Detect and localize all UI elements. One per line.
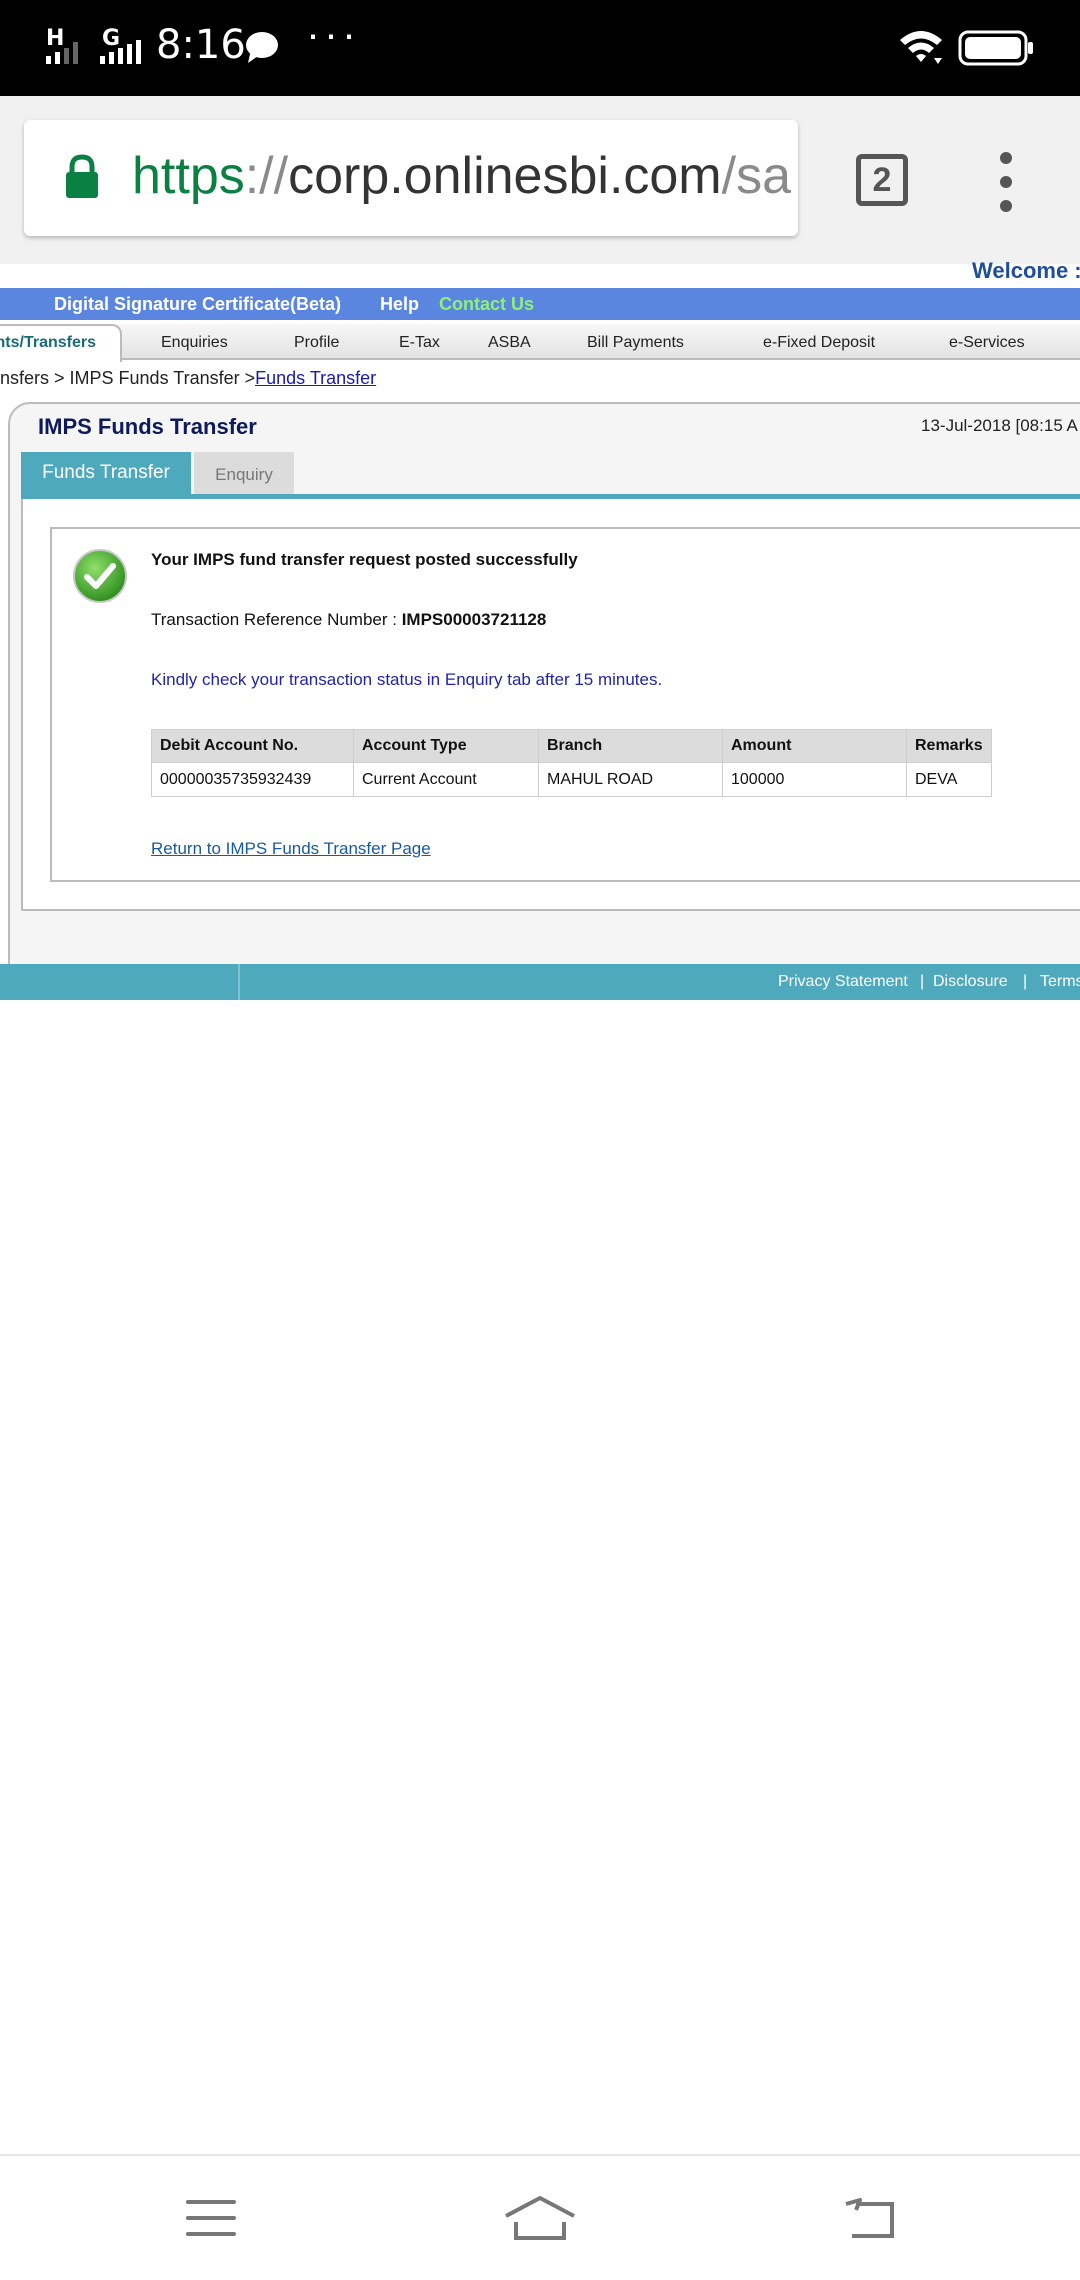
system-nav-bar	[0, 2154, 1080, 2280]
top-links-bar: Digital Signature Certificate(Beta) Help…	[0, 288, 1080, 320]
column-header: Account Type	[353, 729, 539, 763]
privacy-statement-link[interactable]: Privacy Statement	[778, 973, 908, 991]
status-bar: H G 8:16 ···	[0, 0, 1080, 96]
url-text[interactable]: https://corp.onlinesbi.com/sa	[132, 146, 791, 206]
transaction-reference-label: Transaction Reference Number :	[151, 610, 402, 629]
footer-divider	[238, 964, 240, 1000]
tab-switcher-button[interactable]: 2	[856, 154, 908, 206]
back-icon[interactable]	[842, 2196, 898, 2242]
nav-active-label: nts/Transfers	[0, 334, 96, 351]
nav-item-asba[interactable]: ASBA	[488, 334, 531, 352]
terms-link[interactable]: Terms	[1040, 973, 1080, 991]
nav-item-e-services[interactable]: e-Services	[949, 334, 1025, 352]
address-bar[interactable]: https://corp.onlinesbi.com/sa	[24, 120, 798, 236]
disclosure-link[interactable]: Disclosure	[933, 973, 1008, 991]
nav-item-profile[interactable]: Profile	[294, 334, 339, 352]
column-header: Branch	[538, 729, 723, 763]
home-icon[interactable]	[502, 2194, 578, 2244]
breadcrumb-link-funds-transfer[interactable]: Funds Transfer	[255, 368, 376, 388]
more-notifications-icon: ···	[306, 10, 360, 57]
browser-menu-icon[interactable]	[1000, 152, 1020, 224]
message-icon	[246, 32, 278, 63]
table-cell: 00000035735932439	[151, 762, 354, 797]
return-to-imps-link[interactable]: Return to IMPS Funds Transfer Page	[151, 839, 431, 859]
nav-item-enquiries[interactable]: Enquiries	[161, 334, 228, 352]
battery-icon	[958, 30, 1033, 66]
table-cell: 100000	[722, 762, 907, 797]
table-cell: Current Account	[353, 762, 539, 797]
clock: 8:16	[156, 22, 246, 68]
success-message: Your IMPS fund transfer request posted s…	[151, 550, 578, 569]
page-title: IMPS Funds Transfer	[38, 414, 257, 439]
column-header: Remarks	[906, 729, 992, 763]
table-header-row: Debit Account No. Account Type Branch Am…	[151, 729, 992, 763]
transaction-reference-value: IMPS00003721128	[401, 610, 547, 629]
transaction-reference: Transaction Reference Number : IMPS00003…	[151, 610, 546, 630]
login-timestamp: 13-Jul-2018 [08:15 A	[921, 416, 1078, 435]
table-cell: DEVA	[906, 762, 992, 797]
url-separator: ://	[244, 147, 289, 205]
wifi-icon	[900, 31, 942, 64]
tab-enquiry[interactable]: Enquiry	[194, 452, 294, 494]
url-scheme: https	[132, 147, 245, 205]
main-nav: nts/Transfers Enquiries Profile E-Tax AS…	[0, 324, 1080, 362]
page-footer: Privacy Statement | Disclosure | Terms	[0, 964, 1080, 1000]
table-row: 00000035735932439 Current Account MAHUL …	[151, 762, 992, 797]
nav-item-e-fixed-deposit[interactable]: e-Fixed Deposit	[763, 334, 875, 352]
breadcrumb: nsfers > IMPS Funds Transfer >Funds Tran…	[0, 368, 376, 389]
nav-item-bill-payments[interactable]: Bill Payments	[587, 334, 684, 352]
footer-separator: |	[1023, 973, 1028, 990]
column-header: Amount	[722, 729, 907, 763]
welcome-text: Welcome :	[972, 258, 1080, 283]
help-link[interactable]: Help	[380, 294, 419, 315]
nav-item-payments-transfers[interactable]: nts/Transfers	[0, 324, 122, 362]
success-check-icon	[73, 549, 127, 603]
tab-funds-transfer[interactable]: Funds Transfer	[21, 452, 191, 494]
result-box	[50, 527, 1080, 882]
signal-strength-2-icon	[100, 40, 141, 64]
enquiry-info-message: Kindly check your transaction status in …	[151, 670, 663, 689]
lock-icon	[66, 154, 98, 198]
dsc-link[interactable]: Digital Signature Certificate(Beta)	[54, 294, 341, 315]
breadcrumb-path: nsfers > IMPS Funds Transfer >	[0, 368, 256, 388]
browser-toolbar: https://corp.onlinesbi.com/sa 2	[0, 96, 1080, 264]
contact-us-link[interactable]: Contact Us	[439, 294, 534, 315]
footer-separator: |	[920, 973, 925, 990]
url-host: corp.onlinesbi.com	[288, 147, 722, 205]
column-header: Debit Account No.	[151, 729, 354, 763]
table-cell: MAHUL ROAD	[538, 762, 723, 797]
nav-item-etax[interactable]: E-Tax	[399, 334, 440, 352]
transaction-table: Debit Account No. Account Type Branch Am…	[151, 729, 992, 797]
url-path: /sa	[721, 147, 791, 205]
recent-apps-icon[interactable]	[186, 2200, 236, 2248]
signal-strength-icon	[46, 42, 78, 64]
